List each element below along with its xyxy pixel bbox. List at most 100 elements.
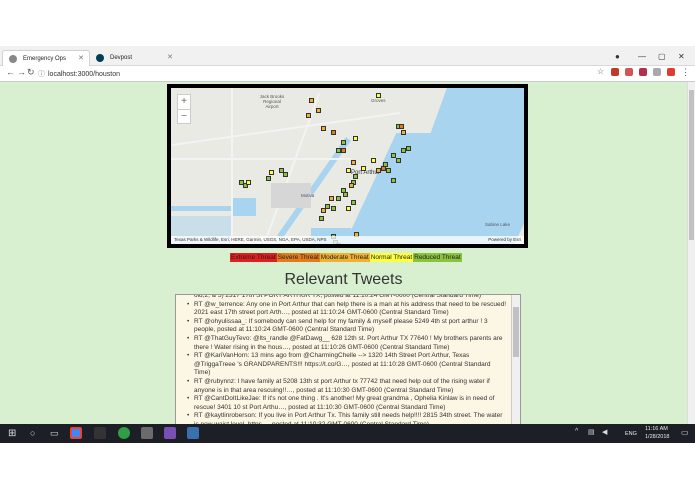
tweet-item: RT @rubynnz: I have family at 5208 13th … <box>187 378 508 395</box>
task-view-icon[interactable]: ▭ <box>50 428 59 439</box>
map-label-airport: Jack Brooks Regional Airport <box>259 94 285 109</box>
extension-icon[interactable] <box>639 68 647 76</box>
threat-marker[interactable] <box>351 160 356 165</box>
powered-by-esri[interactable]: Powered by Esri <box>488 236 521 244</box>
threat-marker[interactable] <box>325 204 330 209</box>
threat-marker[interactable] <box>266 176 271 181</box>
threat-marker[interactable] <box>376 168 381 173</box>
notifications-icon[interactable]: ▭ <box>681 428 689 439</box>
highway-road <box>171 112 401 146</box>
app-icon[interactable] <box>164 427 176 439</box>
tray-chevron-icon[interactable]: ^ <box>575 428 578 439</box>
close-icon[interactable]: ✕ <box>78 54 84 62</box>
threat-marker[interactable] <box>319 216 324 221</box>
threat-marker[interactable] <box>391 178 396 183</box>
close-icon[interactable]: ✕ <box>167 53 173 61</box>
extension-icon[interactable] <box>625 68 633 76</box>
windows-start-icon[interactable]: ⊞ <box>8 428 16 439</box>
tweet-item: RT @KariVanHorn: 13 mins ago from @Charm… <box>187 352 508 378</box>
threat-marker[interactable] <box>309 98 314 103</box>
bookmark-star-icon[interactable]: ☆ <box>597 67 604 76</box>
threat-marker[interactable] <box>341 140 346 145</box>
scrollbar-thumb[interactable] <box>689 90 694 240</box>
threat-marker[interactable] <box>396 158 401 163</box>
address-bar[interactable]: ⓘ localhost:3000/houston <box>36 68 596 80</box>
bay-water <box>425 88 524 148</box>
search-icon[interactable]: ○ <box>30 428 35 439</box>
forward-icon[interactable]: → <box>17 67 26 77</box>
threat-marker[interactable] <box>321 126 326 131</box>
taskbar-date[interactable]: 1/28/2018 <box>645 434 669 440</box>
tweet-item: RT @ohyulissaa_: If somebody can send he… <box>187 318 508 335</box>
tweets-scrollbar[interactable] <box>511 295 520 424</box>
map-attribution: Texas Parks & Wildlife, Esri, HERE, Garm… <box>171 236 524 244</box>
terminal-app-icon[interactable] <box>94 427 106 439</box>
taskbar-time[interactable]: 11:16 AM <box>645 426 668 432</box>
page-content: Jack Brooks Regional Airport Groves Port… <box>0 82 687 424</box>
threat-marker[interactable] <box>401 130 406 135</box>
threat-marker[interactable] <box>386 168 391 173</box>
extension-icon[interactable] <box>611 68 619 76</box>
threat-marker[interactable] <box>361 166 366 171</box>
legend-moderate: Moderate Threat <box>319 253 370 262</box>
scrollbar-thumb[interactable] <box>513 307 519 357</box>
legend-extreme: Extreme Threat <box>230 253 277 262</box>
reload-icon[interactable]: ↻ <box>27 67 35 78</box>
app-icon[interactable] <box>187 427 199 439</box>
window-close-icon[interactable]: ✕ <box>678 52 685 61</box>
threat-marker[interactable] <box>349 183 354 188</box>
tab-devpost[interactable]: Devpost ✕ <box>90 50 178 66</box>
menu-icon[interactable]: ⋮ <box>681 67 690 78</box>
threat-marker[interactable] <box>346 168 351 173</box>
tab-label: Devpost <box>110 55 133 61</box>
app-icon[interactable] <box>141 427 153 439</box>
extension-icon[interactable] <box>667 68 675 76</box>
threat-marker[interactable] <box>329 196 334 201</box>
back-icon[interactable]: ← <box>6 67 15 77</box>
threat-legend: Extreme Threat Severe Threat Moderate Th… <box>230 253 462 262</box>
threat-marker[interactable] <box>336 196 341 201</box>
threat-marker[interactable] <box>376 93 381 98</box>
page-icon <box>9 55 17 63</box>
info-icon: ⓘ <box>38 71 45 78</box>
maximize-icon[interactable]: ▢ <box>658 52 666 61</box>
tab-label: Emergency Ops <box>23 55 67 62</box>
threat-marker[interactable] <box>341 148 346 153</box>
blank-area <box>0 443 695 494</box>
threat-marker[interactable] <box>351 200 356 205</box>
zoom-in-button[interactable]: + <box>178 95 190 109</box>
network-icon[interactable]: ▤ <box>588 428 595 439</box>
threat-marker[interactable] <box>246 180 251 185</box>
legend-reduced: Reduced Threat <box>413 253 462 262</box>
threat-marker[interactable] <box>346 206 351 211</box>
threat-marker[interactable] <box>306 113 311 118</box>
tab-emergency-ops[interactable]: Emergency Ops ✕ <box>2 50 90 66</box>
threat-marker[interactable] <box>331 206 336 211</box>
pond-water <box>231 198 256 216</box>
threat-marker[interactable] <box>283 172 288 177</box>
devpost-icon <box>96 54 104 62</box>
page-scrollbar[interactable] <box>687 82 695 424</box>
threat-marker[interactable] <box>353 174 358 179</box>
threat-marker[interactable] <box>269 170 274 175</box>
spotify-app-icon[interactable] <box>118 427 130 439</box>
threat-marker[interactable] <box>353 136 358 141</box>
minimize-icon[interactable]: — <box>638 52 646 61</box>
threat-marker[interactable] <box>371 158 376 163</box>
extension-icon[interactable] <box>653 68 661 76</box>
threat-map[interactable]: Jack Brooks Regional Airport Groves Port… <box>167 84 528 248</box>
threat-marker[interactable] <box>399 124 404 129</box>
profile-icon[interactable]: ● <box>615 52 620 61</box>
threat-marker[interactable] <box>316 108 321 113</box>
threat-marker[interactable] <box>343 192 348 197</box>
language-indicator[interactable]: ENG <box>625 431 637 437</box>
threat-marker[interactable] <box>331 130 336 135</box>
road <box>231 88 233 244</box>
volume-icon[interactable]: ◀ <box>602 428 607 439</box>
threat-marker[interactable] <box>383 162 388 167</box>
zoom-out-button[interactable]: − <box>178 109 190 123</box>
threat-marker[interactable] <box>406 146 411 151</box>
legend-normal: Normal Threat <box>369 253 414 262</box>
tweets-list[interactable]: old,2, & 5) 2317 17th St PORT ARTHUR TX,… <box>175 294 521 424</box>
chrome-app-icon[interactable] <box>70 427 82 439</box>
